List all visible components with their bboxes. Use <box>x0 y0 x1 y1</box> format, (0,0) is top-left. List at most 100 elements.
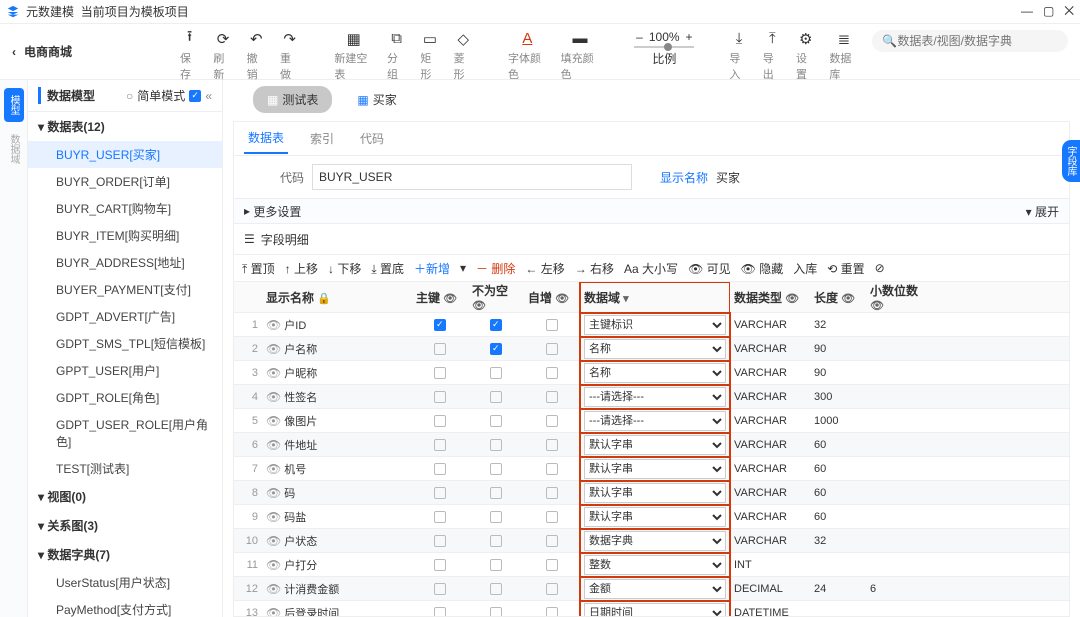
tree-item[interactable]: PayMethod[支付方式] <box>28 596 222 617</box>
domain-select[interactable]: 主键标识名称---请选择---默认字串数据字典整数金额日期时间 <box>584 363 726 383</box>
checkbox[interactable] <box>546 511 558 523</box>
checkbox[interactable] <box>490 367 502 379</box>
eye-icon[interactable]: 👁 <box>266 366 281 380</box>
checkbox[interactable] <box>546 535 558 547</box>
domain-select[interactable]: 主键标识名称---请选择---默认字串数据字典整数金额日期时间 <box>584 387 726 407</box>
checkbox[interactable] <box>546 319 558 331</box>
checkbox[interactable] <box>434 319 446 331</box>
checkbox[interactable] <box>434 343 446 355</box>
eye-icon[interactable]: 👁 <box>266 558 281 572</box>
simple-mode-toggle[interactable]: ○简单模式 « <box>126 87 212 104</box>
checkbox[interactable] <box>546 559 558 571</box>
eye-icon[interactable]: 👁 <box>266 510 281 524</box>
checkbox[interactable] <box>490 463 502 475</box>
table-row[interactable]: 1 👁 户ID 主键标识名称---请选择---默认字串数据字典整数金额日期时间 … <box>234 313 1069 337</box>
field-lib-sticker[interactable]: 字段库 <box>1062 140 1080 182</box>
tree-item[interactable]: BUYR_CART[购物车] <box>28 195 222 222</box>
tree-group[interactable]: ▾ 数据字典(7) <box>28 540 222 569</box>
checkbox[interactable] <box>434 535 446 547</box>
undo-button[interactable]: ↶撤销 <box>247 30 266 82</box>
checkbox[interactable] <box>434 583 446 595</box>
checkbox[interactable] <box>490 343 502 355</box>
checkbox[interactable] <box>546 367 558 379</box>
checkbox[interactable] <box>490 319 502 331</box>
eye-icon[interactable]: 👁 <box>266 342 281 356</box>
rail-model[interactable]: 模型 <box>4 88 24 122</box>
table-row[interactable]: 8 👁 码 主键标识名称---请选择---默认字串数据字典整数金额日期时间 VA… <box>234 481 1069 505</box>
search-input[interactable] <box>897 34 1058 48</box>
table-row[interactable]: 12 👁 计消费金额 主键标识名称---请选择---默认字串数据字典整数金额日期… <box>234 577 1069 601</box>
checkbox[interactable] <box>490 391 502 403</box>
maximize-button[interactable]: ▢ <box>1043 4 1054 19</box>
domain-select[interactable]: 主键标识名称---请选择---默认字串数据字典整数金额日期时间 <box>584 411 726 431</box>
search-box[interactable]: 🔍 <box>872 30 1068 52</box>
eye-icon[interactable]: 👁 <box>266 438 281 452</box>
checkbox[interactable] <box>546 487 558 499</box>
eye-icon[interactable]: 👁 <box>266 486 281 500</box>
table-row[interactable]: 4 👁 性签名 主键标识名称---请选择---默认字串数据字典整数金额日期时间 … <box>234 385 1069 409</box>
rect-button[interactable]: ▭矩形 <box>420 30 439 82</box>
rt-top[interactable]: ⤒ 置顶 <box>242 260 275 277</box>
tree-item[interactable]: UserStatus[用户状态] <box>28 569 222 596</box>
tree-item[interactable]: BUYR_ITEM[购买明细] <box>28 222 222 249</box>
subtab-table[interactable]: 数据表 <box>244 123 288 154</box>
rt-left[interactable]: ← 左移 <box>525 260 564 277</box>
checkbox[interactable] <box>546 415 558 427</box>
checkbox[interactable] <box>490 487 502 499</box>
tree-group[interactable]: ▾ 关系图(3) <box>28 511 222 540</box>
checkbox[interactable] <box>434 415 446 427</box>
zoom-control[interactable]: – 100% + 比例 <box>634 30 694 67</box>
domain-select[interactable]: 主键标识名称---请选择---默认字串数据字典整数金额日期时间 <box>584 315 726 335</box>
checkbox[interactable] <box>434 559 446 571</box>
rt-add[interactable]: ＋新增 <box>414 260 450 277</box>
tree-item[interactable]: GDPT_SMS_TPL[短信模板] <box>28 330 222 357</box>
settings-button[interactable]: ⚙设置 <box>796 30 815 82</box>
table-row[interactable]: 7 👁 机号 主键标识名称---请选择---默认字串数据字典整数金额日期时间 V… <box>234 457 1069 481</box>
tree-item[interactable]: BUYR_USER[买家] <box>28 141 222 168</box>
domain-select[interactable]: 主键标识名称---请选择---默认字串数据字典整数金额日期时间 <box>584 435 726 455</box>
eye-icon[interactable]: 👁 <box>266 318 281 332</box>
refresh-button[interactable]: ⟳刷新 <box>213 30 232 82</box>
checkbox[interactable] <box>546 607 558 616</box>
checkbox[interactable] <box>490 607 502 616</box>
rt-del[interactable]: － 删除 <box>476 260 515 277</box>
checkbox[interactable] <box>490 535 502 547</box>
rt-right[interactable]: → 右移 <box>575 260 614 277</box>
tree-item[interactable]: TEST[测试表] <box>28 455 222 482</box>
table-row[interactable]: 11 👁 户打分 主键标识名称---请选择---默认字串数据字典整数金额日期时间… <box>234 553 1069 577</box>
tree-item[interactable]: GDPT_USER_ROLE[用户角色] <box>28 411 222 455</box>
tree-item[interactable]: BUYR_ORDER[订单] <box>28 168 222 195</box>
rt-reset[interactable]: ⟲ 重置 <box>827 260 864 277</box>
rt-case[interactable]: Aa 大小写 <box>624 260 678 277</box>
table-row[interactable]: 2 👁 户名称 主键标识名称---请选择---默认字串数据字典整数金额日期时间 … <box>234 337 1069 361</box>
checkbox[interactable] <box>434 367 446 379</box>
checkbox[interactable] <box>546 583 558 595</box>
new-table-button[interactable]: ▦新建空表 <box>334 30 373 82</box>
minimize-button[interactable]: — <box>1021 4 1033 19</box>
export-button[interactable]: ⤒导出 <box>763 30 782 82</box>
tree-item[interactable]: GPPT_USER[用户] <box>28 357 222 384</box>
zoom-in-button[interactable]: + <box>686 30 693 44</box>
group-button[interactable]: ⧉分组 <box>387 30 406 82</box>
domain-select[interactable]: 主键标识名称---请选择---默认字串数据字典整数金额日期时间 <box>584 579 726 599</box>
checkbox[interactable] <box>490 559 502 571</box>
tab-test[interactable]: ▦ 测试表 <box>253 86 332 113</box>
zoom-out-button[interactable]: – <box>636 30 643 44</box>
checkbox[interactable] <box>546 463 558 475</box>
subtab-code[interactable]: 代码 <box>356 124 388 153</box>
checkbox[interactable] <box>546 343 558 355</box>
rail-domain[interactable]: 数据域 <box>4 132 24 166</box>
table-row[interactable]: 10 👁 户状态 主键标识名称---请选择---默认字串数据字典整数金额日期时间… <box>234 529 1069 553</box>
tree-group[interactable]: ▾ 视图(0) <box>28 482 222 511</box>
rt-up[interactable]: ↑ 上移 <box>285 260 318 277</box>
rt-extra-icon[interactable]: ⊘ <box>875 261 885 275</box>
checkbox[interactable] <box>490 439 502 451</box>
database-button[interactable]: ≣数据库 <box>829 30 858 82</box>
tree-item[interactable]: BUYER_PAYMENT[支付] <box>28 276 222 303</box>
save-button[interactable]: ⭱保存 <box>180 30 199 82</box>
table-row[interactable]: 3 👁 户昵称 主键标识名称---请选择---默认字串数据字典整数金额日期时间 … <box>234 361 1069 385</box>
checkbox[interactable] <box>490 511 502 523</box>
code-input[interactable] <box>312 164 632 190</box>
import-button[interactable]: ⤓导入 <box>729 30 748 82</box>
subtab-index[interactable]: 索引 <box>306 124 338 153</box>
